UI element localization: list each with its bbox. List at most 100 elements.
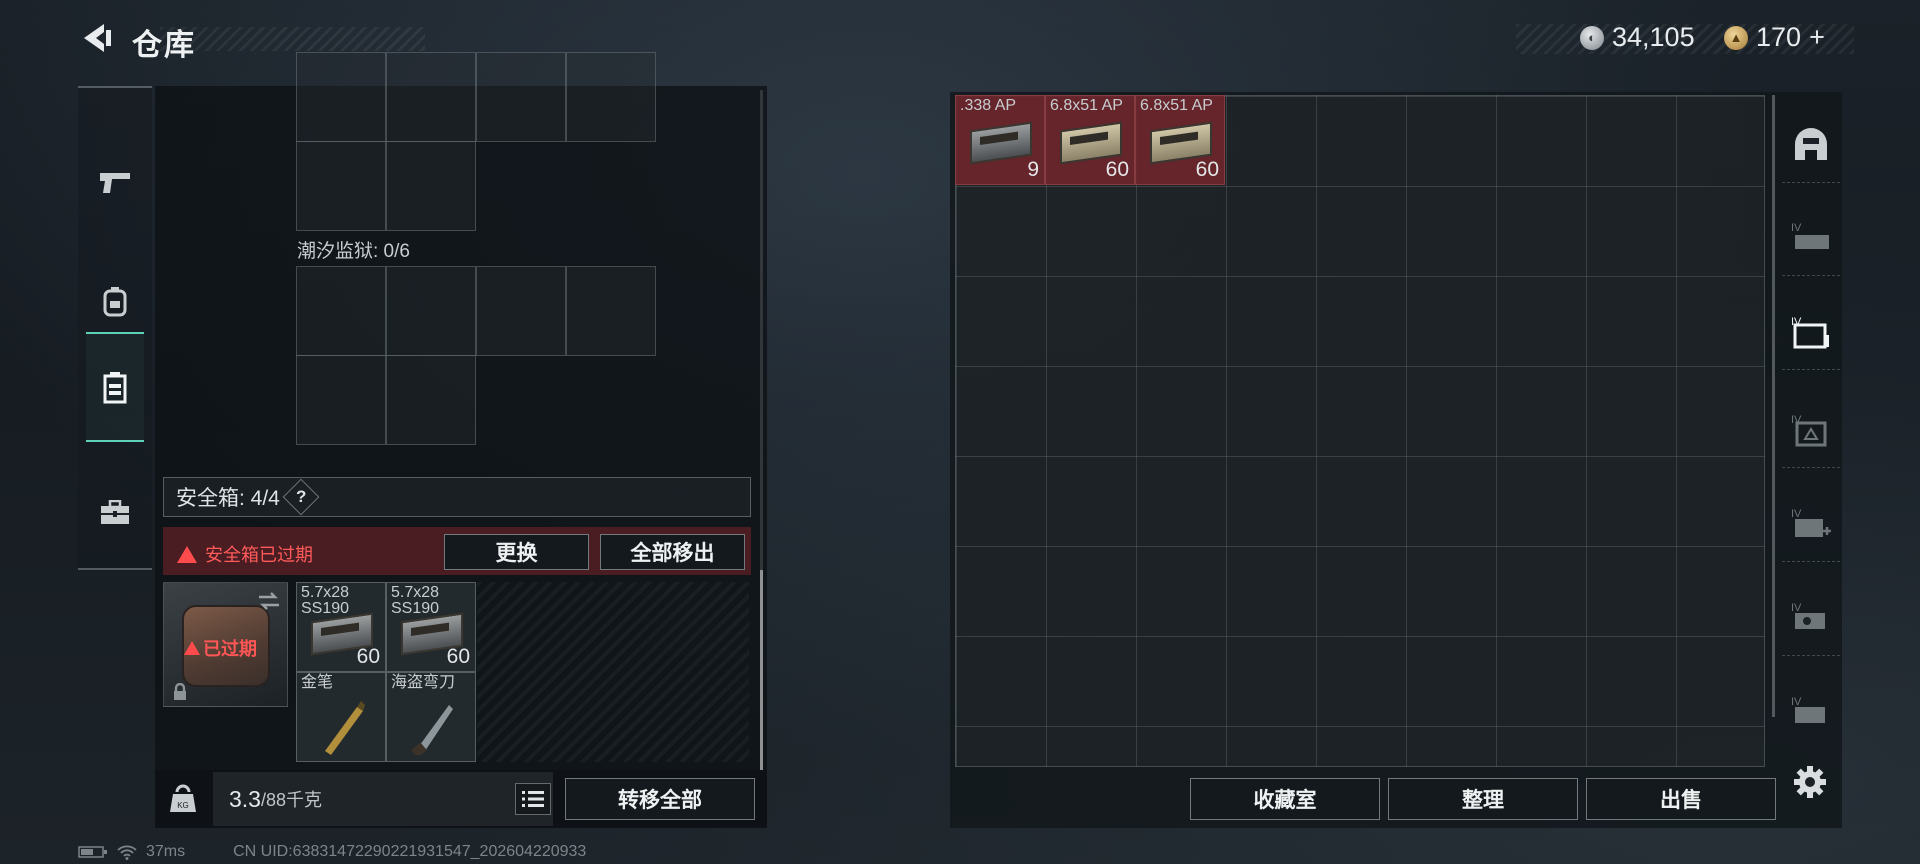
stash-item-ammo[interactable]: .338 AP 9 [955,95,1045,185]
safe-item-cutlass[interactable]: 海盗弯刀 [386,672,476,762]
collection-room-button[interactable]: 收藏室 [1190,778,1380,820]
svg-text:IV: IV [1791,508,1802,520]
item-name: 6.8x51 AP [1140,97,1213,114]
vest-icon [103,372,127,404]
svg-text:IV: IV [1791,696,1802,708]
warning-icon [177,545,197,563]
cutlass-icon [411,705,453,755]
grid-cell[interactable] [296,266,386,356]
grid-cell[interactable] [296,355,386,445]
warning-icon [184,641,200,655]
stash-tab-medkit[interactable]: IV [1782,484,1840,562]
item-quantity: 60 [1105,158,1129,181]
grid-cell[interactable] [476,266,566,356]
stash-tab-helmet[interactable] [1782,105,1840,183]
nav-case[interactable] [78,458,152,568]
stash-tab-device[interactable]: IV [1782,676,1840,746]
item-name: .338 AP [960,97,1017,114]
stash-tab-rig[interactable]: IV [1782,198,1840,276]
item-name: 6.8x51 AP [1050,97,1123,114]
gold-coin-icon: ▲ [1724,25,1748,50]
container-label: 潮汐监狱: 0/6 [297,241,410,262]
grid-cell[interactable] [386,355,476,445]
loadout-scroll-thumb[interactable] [760,570,763,770]
currency-gold[interactable]: ▲ 170 + [1724,22,1825,53]
tier4-rig-icon: IV [1791,222,1829,249]
grid-cell[interactable] [296,52,386,142]
safe-item-ammo[interactable]: 5.7x28 SS190 60 [296,582,386,672]
list-icon [522,791,544,807]
helmet-icon [1795,127,1827,160]
weight-current: 3.3 [229,785,261,812]
expired-badge-text: 已过期 [203,639,257,659]
transfer-all-button[interactable]: 转移全部 [565,778,755,820]
weight-icon: KG [170,784,196,812]
grid-cell[interactable] [386,52,476,142]
item-name: 海盗弯刀 [391,674,456,691]
tier4-folder-icon: IV [1791,316,1829,348]
swap-icon[interactable] [257,591,281,611]
nav-vest[interactable] [86,332,144,442]
backpack-icon [103,287,127,317]
svg-text:KG: KG [177,801,189,810]
back-button[interactable] [78,20,114,56]
tier4-medkit-icon: IV [1791,508,1831,537]
item-quantity: 60 [446,645,470,668]
add-currency-button[interactable]: + [1809,22,1825,53]
item-quantity: 60 [1195,158,1219,181]
gold-amount: 170 [1756,22,1802,52]
help-button[interactable]: ? [282,478,320,516]
stash-item-ammo[interactable]: 6.8x51 AP 60 [1045,95,1135,185]
replace-button[interactable]: 更换 [444,534,589,570]
safe-item-ammo[interactable]: 5.7x28 SS190 60 [386,582,476,672]
ping-value: 37ms [146,843,186,860]
svg-text:IV: IV [1791,602,1802,614]
silver-coin-icon: ◐ [1580,25,1604,50]
sell-button[interactable]: 出售 [1586,778,1776,820]
stash-tab-folder[interactable]: IV [1782,292,1840,370]
expired-warning: 安全箱已过期 [177,541,313,567]
settings-button[interactable] [1792,764,1828,800]
left-category-nav [78,86,152,570]
weight-display: 3.3 /88千克 [213,772,553,826]
safe-item-gold-pen[interactable]: 金笔 [296,672,386,762]
briefcase-icon [101,500,129,524]
stash-tab-tools[interactable]: IV [1782,578,1840,656]
nav-weapons[interactable] [78,128,152,238]
title-decoration [160,27,425,51]
page-title: 仓库 [132,29,196,62]
item-quantity: 60 [356,645,380,668]
silver-amount: 34,105 [1612,22,1695,52]
gear-icon [1794,766,1826,798]
expired-warning-text: 安全箱已过期 [205,545,313,565]
gun-icon [100,173,130,193]
grid-cell[interactable] [566,266,656,356]
stash-grid[interactable] [955,95,1765,767]
gold-pen-icon [325,701,365,755]
tier4-device-icon: IV [1791,696,1825,723]
battery-icon [78,846,107,858]
stash-item-ammo[interactable]: 6.8x51 AP 60 [1135,95,1225,185]
item-name: 金笔 [301,674,334,691]
safe-box-slot[interactable]: 已过期 [163,582,288,707]
remove-all-button[interactable]: 全部移出 [600,534,745,570]
tier4-bag-icon: IV [1791,414,1827,446]
safe-box-empty-area [477,582,749,762]
grid-cell[interactable] [566,52,656,142]
organize-button[interactable]: 整理 [1388,778,1578,820]
stash-tab-bag[interactable]: IV [1782,390,1840,468]
safe-box-header: 安全箱: 4/4 ? [163,477,751,517]
list-view-button[interactable] [515,783,551,815]
tier4-tools-icon: IV [1791,602,1825,629]
weight-max: /88千克 [260,790,323,810]
grid-cell[interactable] [386,266,476,356]
status-bar: 37ms CN UID:6383147229022193154​7_202604… [78,843,586,861]
grid-cell[interactable] [296,141,386,231]
lock-icon [174,683,186,700]
grid-cell[interactable] [386,141,476,231]
back-arrow-icon [84,24,111,52]
wifi-icon [117,845,137,860]
grid-cell[interactable] [476,52,566,142]
stash-scrollbar[interactable] [1772,95,1775,717]
uid-text: CN UID:6383147229022193154​7_20260422093… [233,843,587,860]
